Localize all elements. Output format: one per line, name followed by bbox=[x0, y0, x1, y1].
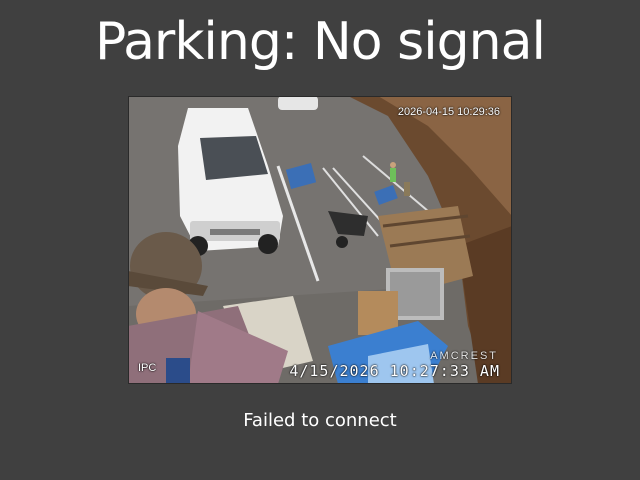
camera-snapshot: 2026-04-15 10:29:36 AMCREST 4/15/2026 10… bbox=[128, 96, 512, 384]
camera-brand-watermark: AMCREST bbox=[430, 350, 498, 362]
camera-title: Parking: No signal bbox=[95, 12, 546, 72]
connection-status-message: Failed to connect bbox=[243, 410, 397, 431]
overlay-timestamp-top: 2026-04-15 10:29:36 bbox=[397, 106, 500, 118]
channel-label: IPC bbox=[138, 362, 157, 374]
snapshot-image bbox=[128, 96, 512, 384]
overlay-timestamp-bottom: 4/15/2026 10:27:33 AM bbox=[289, 362, 500, 380]
